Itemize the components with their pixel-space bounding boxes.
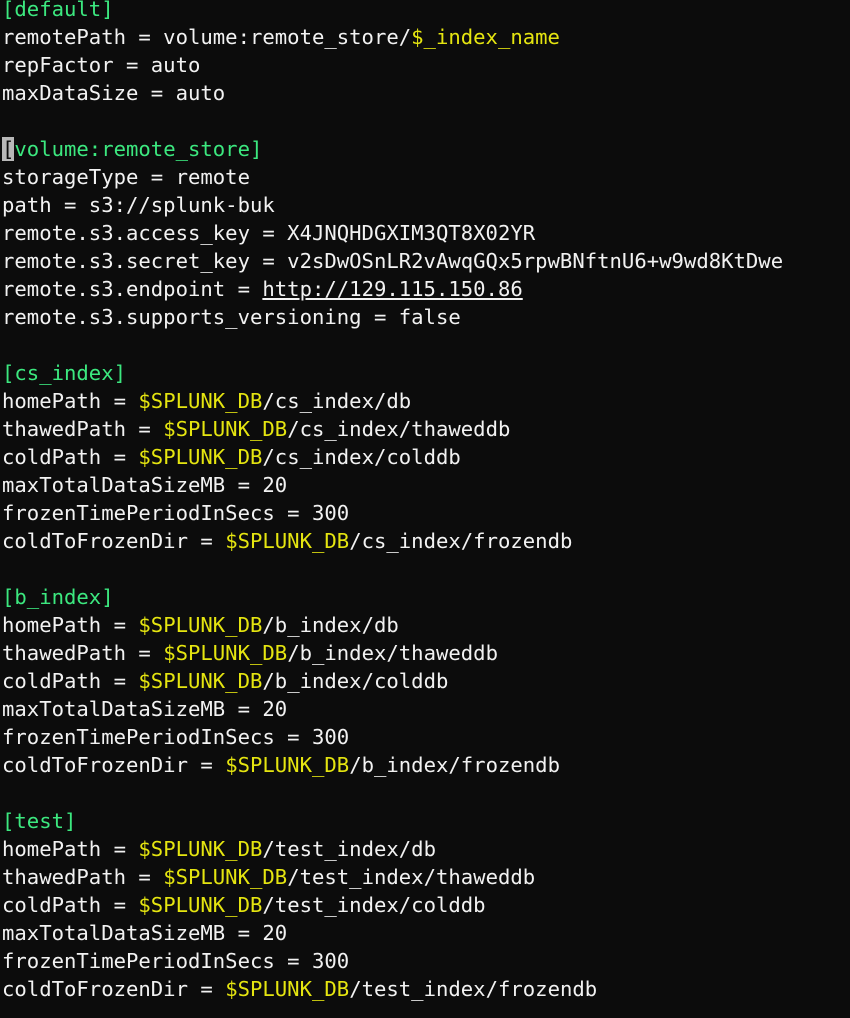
variable-token: $SPLUNK_DB: [163, 417, 288, 441]
config-line: [test]: [2, 807, 850, 835]
config-text: path = s3://splunk-buk: [2, 193, 275, 217]
config-line: maxDataSize = auto: [2, 79, 850, 107]
config-line: remote.s3.supports_versioning = false: [2, 303, 850, 331]
config-text: /b_index/db: [262, 613, 399, 637]
config-line: remote.s3.secret_key = v2sDwOSnLR2vAwqGQ…: [2, 247, 850, 275]
variable-token: $SPLUNK_DB: [138, 837, 263, 861]
config-line: [volume:remote_store]: [2, 135, 850, 163]
config-line: coldToFrozenDir = $SPLUNK_DB/b_index/fro…: [2, 751, 850, 779]
variable-token: $SPLUNK_DB: [163, 865, 288, 889]
config-line: thawedPath = $SPLUNK_DB/b_index/thaweddb: [2, 639, 850, 667]
config-text: frozenTimePeriodInSecs = 300: [2, 725, 350, 749]
config-text: coldPath =: [2, 445, 139, 469]
config-text: storageType = remote: [2, 165, 250, 189]
config-line: maxTotalDataSizeMB = 20: [2, 919, 850, 947]
config-line: maxTotalDataSizeMB = 20: [2, 695, 850, 723]
config-line: maxTotalDataSizeMB = 20: [2, 471, 850, 499]
config-text: /test_index/db: [262, 837, 436, 861]
section-header: [cs_index]: [2, 361, 126, 385]
variable-token: $SPLUNK_DB: [225, 753, 350, 777]
config-text: remote.s3.endpoint =: [2, 277, 263, 301]
config-line: frozenTimePeriodInSecs = 300: [2, 723, 850, 751]
config-text: maxTotalDataSizeMB = 20: [2, 697, 288, 721]
config-line: repFactor = auto: [2, 51, 850, 79]
variable-token: $SPLUNK_DB: [138, 389, 263, 413]
variable-token: $SPLUNK_DB: [138, 893, 263, 917]
variable-token: $SPLUNK_DB: [138, 669, 263, 693]
config-line: remotePath = volume:remote_store/$_index…: [2, 23, 850, 51]
config-line: thawedPath = $SPLUNK_DB/cs_index/thawedd…: [2, 415, 850, 443]
config-text: thawedPath =: [2, 417, 164, 441]
config-line: coldToFrozenDir = $SPLUNK_DB/cs_index/fr…: [2, 527, 850, 555]
variable-token: $SPLUNK_DB: [225, 977, 350, 1001]
config-text: /test_index/frozendb: [349, 977, 598, 1001]
config-line: coldPath = $SPLUNK_DB/cs_index/colddb: [2, 443, 850, 471]
config-text: /test_index/colddb: [262, 893, 486, 917]
config-text: coldPath =: [2, 893, 139, 917]
config-line: coldPath = $SPLUNK_DB/b_index/colddb: [2, 667, 850, 695]
variable-token: $SPLUNK_DB: [138, 445, 263, 469]
endpoint-link[interactable]: http://129.115.150.86: [262, 277, 522, 301]
config-text: coldPath =: [2, 669, 139, 693]
config-line: remote.s3.access_key = X4JNQHDGXIM3QT8X0…: [2, 219, 850, 247]
variable-token: $SPLUNK_DB: [138, 613, 263, 637]
config-line: path = s3://splunk-buk: [2, 191, 850, 219]
config-text: /cs_index/db: [262, 389, 412, 413]
config-text: /b_index/thaweddb: [287, 641, 498, 665]
config-text: maxTotalDataSizeMB = 20: [2, 473, 288, 497]
text-cursor: [: [2, 137, 15, 161]
section-header: [test]: [2, 809, 77, 833]
config-line: [default]: [2, 0, 850, 23]
config-line: homePath = $SPLUNK_DB/test_index/db: [2, 835, 850, 863]
config-text: remote.s3.access_key = X4JNQHDGXIM3QT8X0…: [2, 221, 536, 245]
config-text: /cs_index/colddb: [262, 445, 461, 469]
config-text: coldToFrozenDir =: [2, 753, 226, 777]
config-line: thawedPath = $SPLUNK_DB/test_index/thawe…: [2, 863, 850, 891]
config-line: homePath = $SPLUNK_DB/cs_index/db: [2, 387, 850, 415]
config-text: maxTotalDataSizeMB = 20: [2, 921, 288, 945]
section-header: [default]: [2, 0, 114, 21]
config-text: thawedPath =: [2, 865, 164, 889]
config-text: /b_index/colddb: [262, 669, 449, 693]
config-text: /test_index/thaweddb: [287, 865, 536, 889]
config-text: frozenTimePeriodInSecs = 300: [2, 501, 350, 525]
config-text: coldToFrozenDir =: [2, 977, 226, 1001]
config-line: [cs_index]: [2, 359, 850, 387]
section-header: volume:remote_store]: [14, 137, 263, 161]
config-text: /cs_index/thaweddb: [287, 417, 511, 441]
config-text: remote.s3.secret_key = v2sDwOSnLR2vAwqGQ…: [2, 249, 784, 273]
config-text: remotePath = volume:remote_store/: [2, 25, 412, 49]
config-text: frozenTimePeriodInSecs = 300: [2, 949, 350, 973]
config-text: /b_index/frozendb: [349, 753, 560, 777]
config-text: homePath =: [2, 389, 139, 413]
config-line: frozenTimePeriodInSecs = 300: [2, 947, 850, 975]
config-line: coldPath = $SPLUNK_DB/test_index/colddb: [2, 891, 850, 919]
terminal-editor[interactable]: [default] remotePath = volume:remote_stor…: [0, 0, 850, 1013]
config-text: homePath =: [2, 837, 139, 861]
config-text: /cs_index/frozendb: [349, 529, 573, 553]
section-header: [b_index]: [2, 585, 114, 609]
config-line: [b_index]: [2, 583, 850, 611]
config-text: maxDataSize = auto: [2, 81, 226, 105]
config-line: storageType = remote: [2, 163, 850, 191]
config-line: frozenTimePeriodInSecs = 300: [2, 499, 850, 527]
config-text: coldToFrozenDir =: [2, 529, 226, 553]
config-line: remote.s3.endpoint = http://129.115.150.…: [2, 275, 850, 303]
config-line: homePath = $SPLUNK_DB/b_index/db: [2, 611, 850, 639]
config-text: repFactor = auto: [2, 53, 201, 77]
config-line: coldToFrozenDir = $SPLUNK_DB/test_index/…: [2, 975, 850, 1003]
variable-token: $SPLUNK_DB: [163, 641, 288, 665]
config-text: homePath =: [2, 613, 139, 637]
config-text: remote.s3.supports_versioning = false: [2, 305, 461, 329]
variable-token: $_index_name: [411, 25, 560, 49]
config-text: thawedPath =: [2, 641, 164, 665]
variable-token: $SPLUNK_DB: [225, 529, 350, 553]
